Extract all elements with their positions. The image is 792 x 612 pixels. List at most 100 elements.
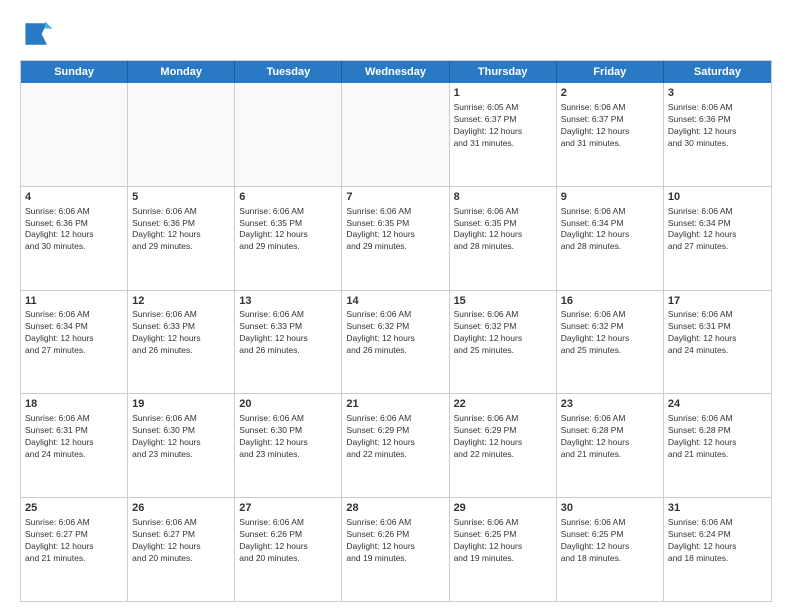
calendar-cell-r3c0: 18Sunrise: 6:06 AM Sunset: 6:31 PM Dayli… (21, 394, 128, 497)
day-number: 22 (454, 397, 552, 412)
day-number: 27 (239, 501, 337, 516)
calendar-cell-r4c0: 25Sunrise: 6:06 AM Sunset: 6:27 PM Dayli… (21, 498, 128, 601)
day-number: 1 (454, 86, 552, 101)
calendar-header: SundayMondayTuesdayWednesdayThursdayFrid… (21, 61, 771, 83)
day-number: 21 (346, 397, 444, 412)
header-day-monday: Monday (128, 61, 235, 83)
calendar-cell-r0c6: 3Sunrise: 6:06 AM Sunset: 6:36 PM Daylig… (664, 83, 771, 186)
cell-info: Sunrise: 6:06 AM Sunset: 6:28 PM Dayligh… (561, 413, 659, 461)
cell-info: Sunrise: 6:05 AM Sunset: 6:37 PM Dayligh… (454, 102, 552, 150)
cell-info: Sunrise: 6:06 AM Sunset: 6:35 PM Dayligh… (239, 206, 337, 254)
day-number: 18 (25, 397, 123, 412)
calendar-cell-r1c6: 10Sunrise: 6:06 AM Sunset: 6:34 PM Dayli… (664, 187, 771, 290)
calendar-cell-r3c5: 23Sunrise: 6:06 AM Sunset: 6:28 PM Dayli… (557, 394, 664, 497)
calendar-cell-r2c5: 16Sunrise: 6:06 AM Sunset: 6:32 PM Dayli… (557, 291, 664, 394)
calendar-cell-r4c4: 29Sunrise: 6:06 AM Sunset: 6:25 PM Dayli… (450, 498, 557, 601)
calendar-cell-r2c3: 14Sunrise: 6:06 AM Sunset: 6:32 PM Dayli… (342, 291, 449, 394)
calendar-cell-r1c0: 4Sunrise: 6:06 AM Sunset: 6:36 PM Daylig… (21, 187, 128, 290)
day-number: 30 (561, 501, 659, 516)
cell-info: Sunrise: 6:06 AM Sunset: 6:32 PM Dayligh… (454, 309, 552, 357)
cell-info: Sunrise: 6:06 AM Sunset: 6:34 PM Dayligh… (25, 309, 123, 357)
header-day-tuesday: Tuesday (235, 61, 342, 83)
calendar-cell-r0c3 (342, 83, 449, 186)
day-number: 11 (25, 294, 123, 309)
cell-info: Sunrise: 6:06 AM Sunset: 6:32 PM Dayligh… (346, 309, 444, 357)
cell-info: Sunrise: 6:06 AM Sunset: 6:36 PM Dayligh… (668, 102, 767, 150)
cell-info: Sunrise: 6:06 AM Sunset: 6:35 PM Dayligh… (346, 206, 444, 254)
day-number: 3 (668, 86, 767, 101)
cell-info: Sunrise: 6:06 AM Sunset: 6:33 PM Dayligh… (132, 309, 230, 357)
calendar-cell-r1c3: 7Sunrise: 6:06 AM Sunset: 6:35 PM Daylig… (342, 187, 449, 290)
day-number: 19 (132, 397, 230, 412)
calendar-body: 1Sunrise: 6:05 AM Sunset: 6:37 PM Daylig… (21, 83, 771, 601)
cell-info: Sunrise: 6:06 AM Sunset: 6:25 PM Dayligh… (454, 517, 552, 565)
cell-info: Sunrise: 6:06 AM Sunset: 6:32 PM Dayligh… (561, 309, 659, 357)
cell-info: Sunrise: 6:06 AM Sunset: 6:33 PM Dayligh… (239, 309, 337, 357)
cell-info: Sunrise: 6:06 AM Sunset: 6:35 PM Dayligh… (454, 206, 552, 254)
calendar-cell-r1c5: 9Sunrise: 6:06 AM Sunset: 6:34 PM Daylig… (557, 187, 664, 290)
day-number: 24 (668, 397, 767, 412)
day-number: 29 (454, 501, 552, 516)
cell-info: Sunrise: 6:06 AM Sunset: 6:28 PM Dayligh… (668, 413, 767, 461)
calendar-cell-r1c1: 5Sunrise: 6:06 AM Sunset: 6:36 PM Daylig… (128, 187, 235, 290)
cell-info: Sunrise: 6:06 AM Sunset: 6:24 PM Dayligh… (668, 517, 767, 565)
calendar-cell-r0c5: 2Sunrise: 6:06 AM Sunset: 6:37 PM Daylig… (557, 83, 664, 186)
day-number: 7 (346, 190, 444, 205)
calendar-cell-r2c6: 17Sunrise: 6:06 AM Sunset: 6:31 PM Dayli… (664, 291, 771, 394)
cell-info: Sunrise: 6:06 AM Sunset: 6:26 PM Dayligh… (346, 517, 444, 565)
calendar-cell-r4c1: 26Sunrise: 6:06 AM Sunset: 6:27 PM Dayli… (128, 498, 235, 601)
day-number: 23 (561, 397, 659, 412)
calendar-row-4: 25Sunrise: 6:06 AM Sunset: 6:27 PM Dayli… (21, 497, 771, 601)
day-number: 14 (346, 294, 444, 309)
calendar-cell-r2c4: 15Sunrise: 6:06 AM Sunset: 6:32 PM Dayli… (450, 291, 557, 394)
day-number: 26 (132, 501, 230, 516)
header-day-friday: Friday (557, 61, 664, 83)
cell-info: Sunrise: 6:06 AM Sunset: 6:30 PM Dayligh… (132, 413, 230, 461)
day-number: 13 (239, 294, 337, 309)
cell-info: Sunrise: 6:06 AM Sunset: 6:31 PM Dayligh… (668, 309, 767, 357)
day-number: 31 (668, 501, 767, 516)
cell-info: Sunrise: 6:06 AM Sunset: 6:29 PM Dayligh… (346, 413, 444, 461)
cell-info: Sunrise: 6:06 AM Sunset: 6:36 PM Dayligh… (132, 206, 230, 254)
cell-info: Sunrise: 6:06 AM Sunset: 6:27 PM Dayligh… (132, 517, 230, 565)
day-number: 5 (132, 190, 230, 205)
day-number: 28 (346, 501, 444, 516)
header-day-wednesday: Wednesday (342, 61, 449, 83)
day-number: 25 (25, 501, 123, 516)
calendar-cell-r2c2: 13Sunrise: 6:06 AM Sunset: 6:33 PM Dayli… (235, 291, 342, 394)
day-number: 15 (454, 294, 552, 309)
calendar-cell-r0c4: 1Sunrise: 6:05 AM Sunset: 6:37 PM Daylig… (450, 83, 557, 186)
calendar-row-3: 18Sunrise: 6:06 AM Sunset: 6:31 PM Dayli… (21, 393, 771, 497)
header (20, 16, 772, 52)
calendar-row-0: 1Sunrise: 6:05 AM Sunset: 6:37 PM Daylig… (21, 83, 771, 186)
cell-info: Sunrise: 6:06 AM Sunset: 6:26 PM Dayligh… (239, 517, 337, 565)
calendar: SundayMondayTuesdayWednesdayThursdayFrid… (20, 60, 772, 602)
cell-info: Sunrise: 6:06 AM Sunset: 6:27 PM Dayligh… (25, 517, 123, 565)
day-number: 12 (132, 294, 230, 309)
header-day-thursday: Thursday (450, 61, 557, 83)
calendar-cell-r2c0: 11Sunrise: 6:06 AM Sunset: 6:34 PM Dayli… (21, 291, 128, 394)
cell-info: Sunrise: 6:06 AM Sunset: 6:25 PM Dayligh… (561, 517, 659, 565)
cell-info: Sunrise: 6:06 AM Sunset: 6:31 PM Dayligh… (25, 413, 123, 461)
logo-icon (20, 16, 56, 52)
page: SundayMondayTuesdayWednesdayThursdayFrid… (0, 0, 792, 612)
calendar-row-1: 4Sunrise: 6:06 AM Sunset: 6:36 PM Daylig… (21, 186, 771, 290)
day-number: 2 (561, 86, 659, 101)
day-number: 17 (668, 294, 767, 309)
calendar-row-2: 11Sunrise: 6:06 AM Sunset: 6:34 PM Dayli… (21, 290, 771, 394)
day-number: 20 (239, 397, 337, 412)
day-number: 9 (561, 190, 659, 205)
cell-info: Sunrise: 6:06 AM Sunset: 6:30 PM Dayligh… (239, 413, 337, 461)
day-number: 6 (239, 190, 337, 205)
calendar-cell-r2c1: 12Sunrise: 6:06 AM Sunset: 6:33 PM Dayli… (128, 291, 235, 394)
day-number: 8 (454, 190, 552, 205)
calendar-cell-r0c1 (128, 83, 235, 186)
calendar-cell-r1c2: 6Sunrise: 6:06 AM Sunset: 6:35 PM Daylig… (235, 187, 342, 290)
calendar-cell-r4c3: 28Sunrise: 6:06 AM Sunset: 6:26 PM Dayli… (342, 498, 449, 601)
cell-info: Sunrise: 6:06 AM Sunset: 6:34 PM Dayligh… (668, 206, 767, 254)
cell-info: Sunrise: 6:06 AM Sunset: 6:36 PM Dayligh… (25, 206, 123, 254)
cell-info: Sunrise: 6:06 AM Sunset: 6:29 PM Dayligh… (454, 413, 552, 461)
calendar-cell-r3c1: 19Sunrise: 6:06 AM Sunset: 6:30 PM Dayli… (128, 394, 235, 497)
calendar-cell-r3c4: 22Sunrise: 6:06 AM Sunset: 6:29 PM Dayli… (450, 394, 557, 497)
calendar-cell-r0c2 (235, 83, 342, 186)
